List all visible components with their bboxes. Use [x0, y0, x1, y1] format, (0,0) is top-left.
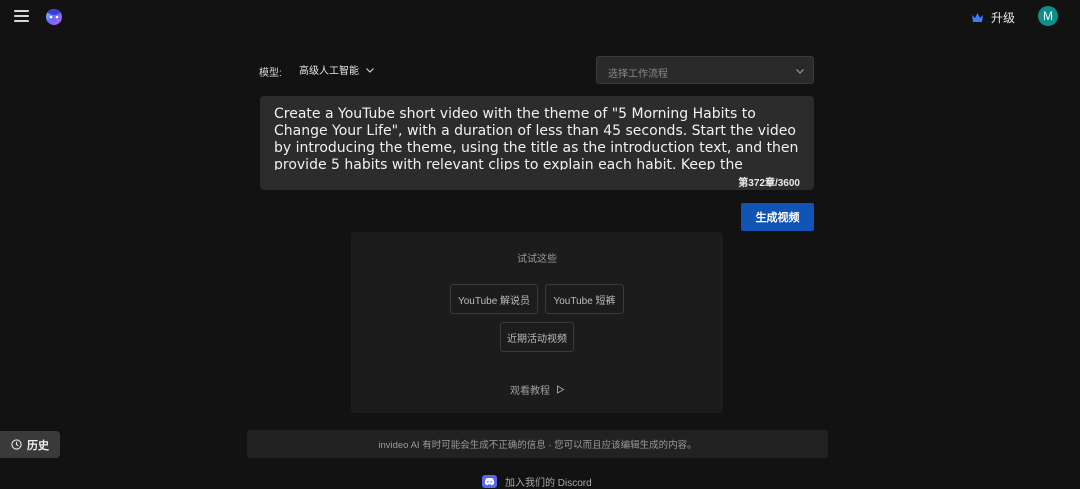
suggestions-heading: 试试这些 — [517, 254, 557, 265]
clock-icon — [11, 439, 22, 450]
watch-tutorial-label: 观看教程 — [510, 386, 550, 397]
prompt-text[interactable]: Create a YouTube short video with the th… — [274, 106, 804, 170]
crown-icon — [972, 12, 983, 22]
suggestion-chip-recent-event-video[interactable]: 近期活动视频 — [500, 322, 574, 352]
discord-icon — [482, 475, 497, 488]
suggestion-chip-youtube-explainer[interactable]: YouTube 解说员 — [450, 284, 538, 314]
upgrade-label: 升级 — [991, 10, 1016, 25]
generate-video-button[interactable]: 生成视频 — [741, 203, 814, 231]
upgrade-button[interactable]: 升级 — [971, 8, 1015, 26]
model-label: 模型: — [259, 68, 282, 79]
history-label: 历史 — [27, 439, 49, 452]
suggestion-chip-youtube-shorts[interactable]: YouTube 短裤 — [545, 284, 624, 314]
history-button[interactable]: 历史 — [0, 431, 60, 458]
character-count: 第372章/3600 — [738, 178, 800, 189]
invideo-logo-icon[interactable] — [43, 5, 65, 27]
model-value: 高级人工智能 — [299, 66, 359, 77]
model-select[interactable]: 高级人工智能 — [299, 62, 375, 77]
prompt-textarea[interactable]: Create a YouTube short video with the th… — [260, 96, 814, 190]
avatar[interactable]: M — [1038, 6, 1058, 26]
top-bar: 升级 M — [0, 0, 1080, 34]
workflow-placeholder: 选择工作流程 — [608, 69, 668, 80]
play-icon — [557, 385, 565, 394]
workflow-select[interactable]: 选择工作流程 — [596, 56, 814, 84]
watch-tutorial-link[interactable]: 观看教程 — [510, 382, 565, 397]
chevron-down-icon — [366, 67, 374, 73]
suggestions-panel: 试试这些 YouTube 解说员 YouTube 短裤 近期活动视频 观看教程 — [351, 232, 723, 413]
chevron-down-icon — [796, 69, 804, 74]
hamburger-menu-icon[interactable] — [14, 10, 29, 22]
disclaimer-text: invideo AI 有时可能会生成不正确的信息 · 您可以而且应该编辑生成的内… — [247, 430, 828, 458]
